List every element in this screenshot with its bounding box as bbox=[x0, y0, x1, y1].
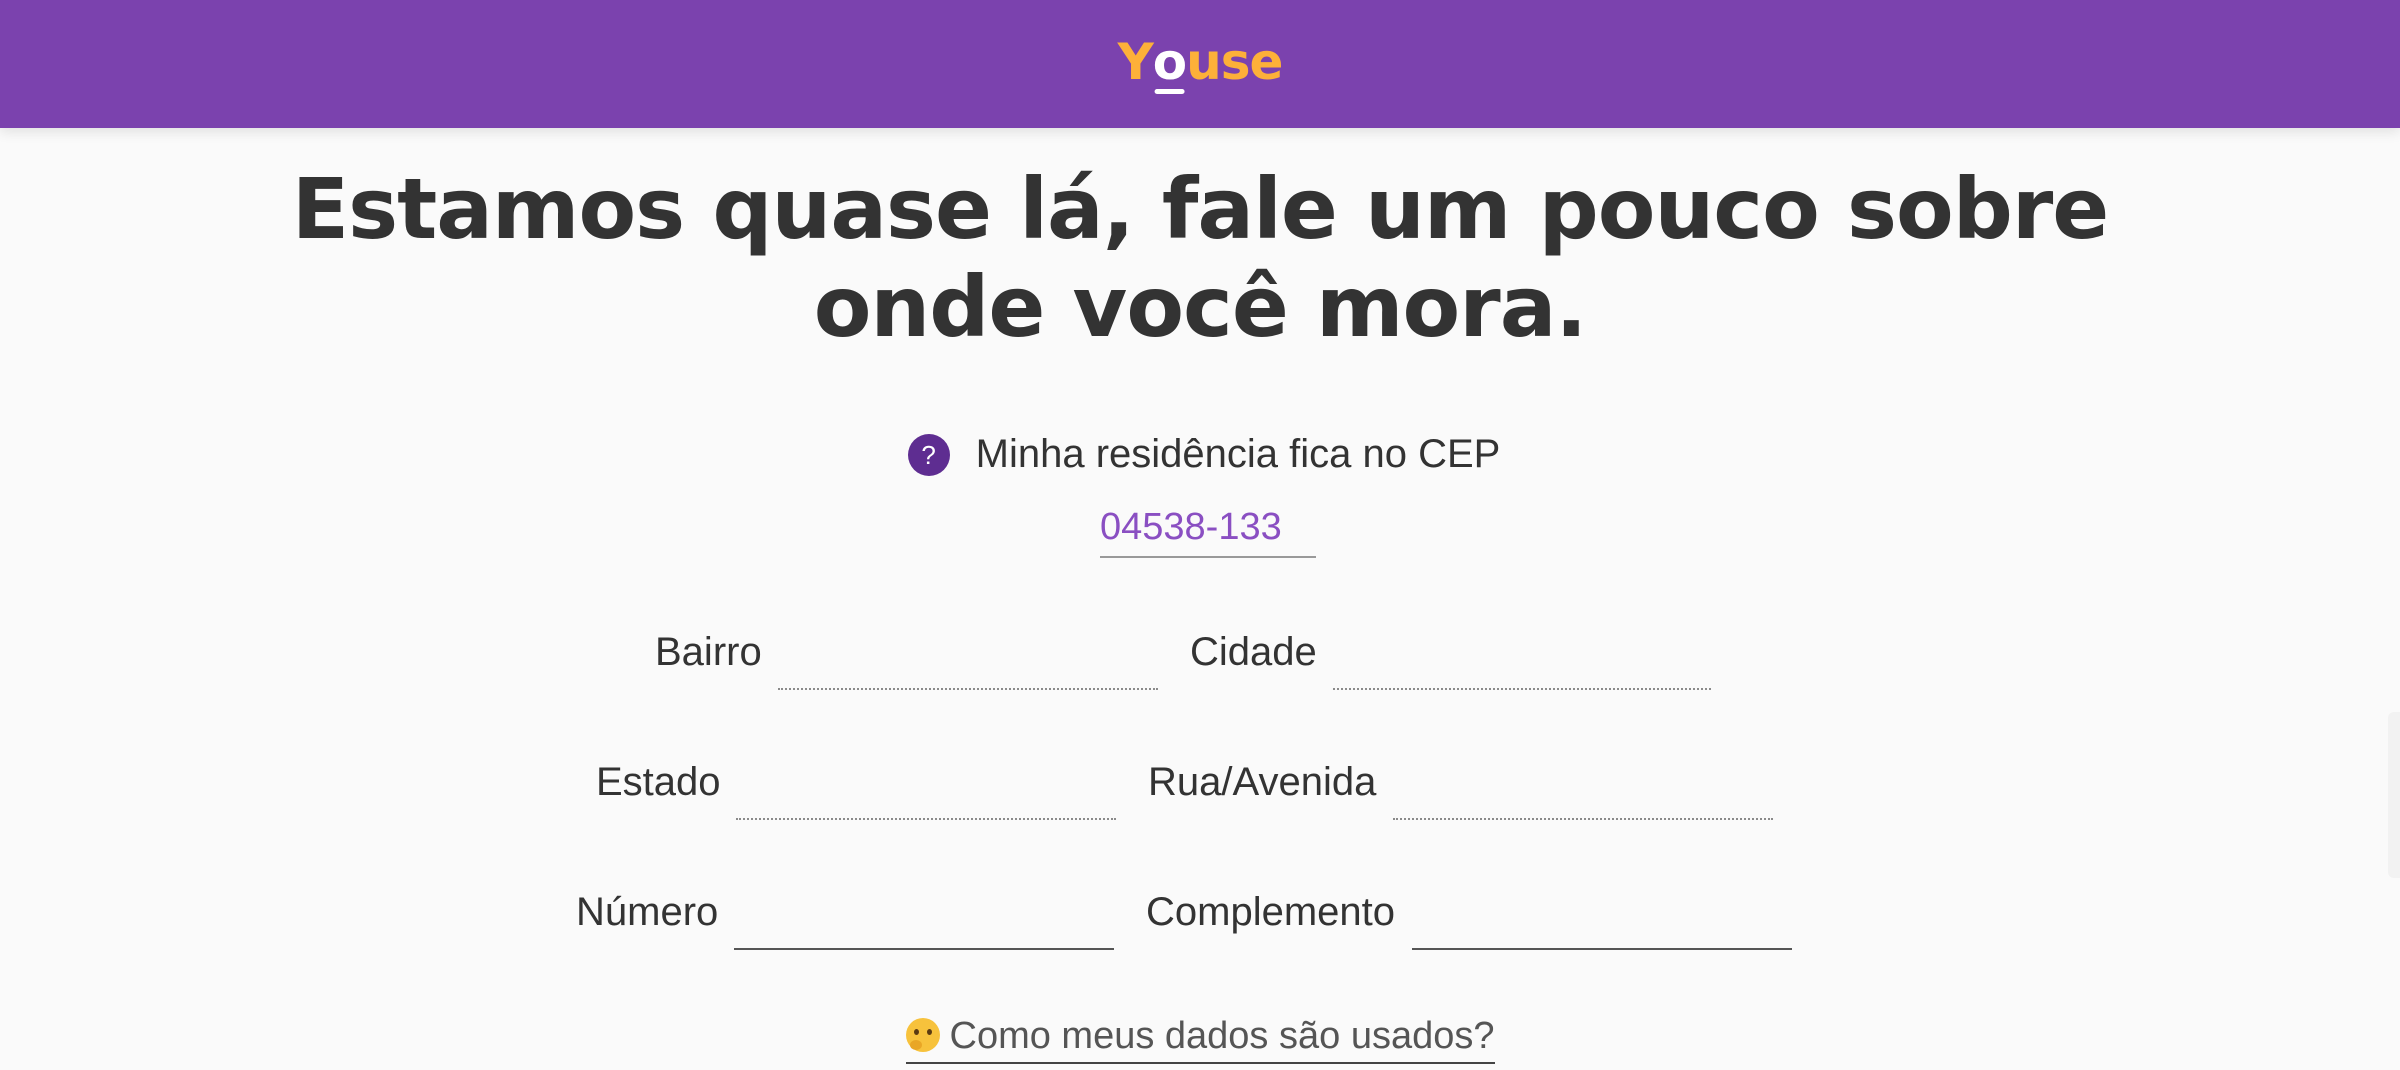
logo-suffix: use bbox=[1186, 33, 1283, 91]
page-headline: Estamos quase lá, fale um pouco sobre on… bbox=[291, 160, 2110, 356]
estado-input[interactable] bbox=[736, 774, 1116, 820]
bairro-input[interactable] bbox=[778, 644, 1158, 690]
complemento-label: Complemento bbox=[1146, 890, 1396, 934]
thinking-face-icon bbox=[905, 1018, 940, 1052]
rua-avenida-label: Rua/Avenida bbox=[1148, 760, 1377, 804]
top-bar: Youse bbox=[0, 0, 2400, 128]
data-usage-link-label: Como meus dados são usados? bbox=[949, 1015, 1495, 1057]
data-usage-link-row: Como meus dados são usados? bbox=[0, 1014, 2400, 1064]
cidade-label: Cidade bbox=[1190, 630, 1317, 674]
cep-label-row: ? Minha residência fica no CEP bbox=[0, 432, 2400, 477]
scrollbar[interactable] bbox=[2388, 712, 2400, 878]
cep-label: Minha residência fica no CEP bbox=[975, 432, 1501, 476]
numero-label: Número bbox=[576, 890, 719, 934]
logo-o: o bbox=[1152, 33, 1187, 94]
complemento-input[interactable] bbox=[1412, 904, 1792, 950]
data-usage-link[interactable]: Como meus dados são usados? bbox=[905, 1014, 1495, 1064]
numero-input[interactable] bbox=[734, 904, 1114, 950]
logo-prefix: Y bbox=[1117, 33, 1154, 91]
estado-label: Estado bbox=[596, 760, 721, 804]
question-mark-icon[interactable]: ? bbox=[907, 433, 950, 476]
cep-input[interactable] bbox=[1100, 498, 1316, 558]
cidade-input[interactable] bbox=[1333, 644, 1711, 690]
youse-logo[interactable]: Youse bbox=[1117, 33, 1283, 94]
rua-avenida-input[interactable] bbox=[1393, 774, 1773, 820]
bairro-label: Bairro bbox=[655, 630, 762, 674]
